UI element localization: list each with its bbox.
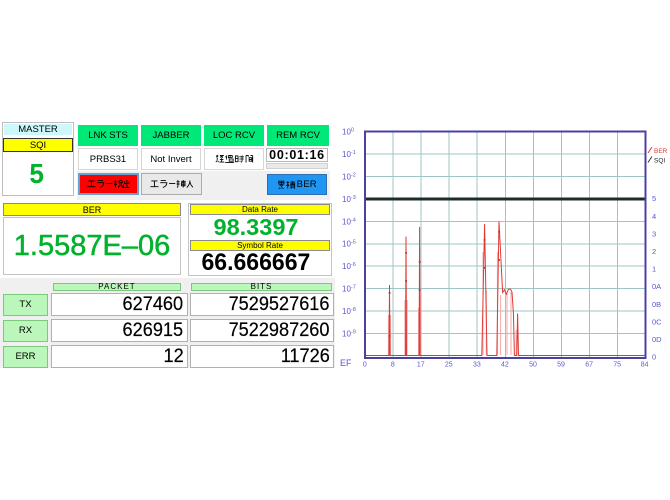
svg-text:0: 0 (652, 353, 656, 362)
svg-text:84: 84 (641, 362, 649, 369)
svg-text:0B: 0B (652, 300, 661, 309)
svg-text:0C: 0C (652, 317, 662, 326)
svg-text:10-4: 10-4 (342, 217, 356, 226)
svg-text:2: 2 (652, 247, 656, 256)
svg-text:0D: 0D (652, 335, 662, 344)
svg-text:25: 25 (445, 362, 453, 369)
svg-text:50: 50 (529, 362, 537, 369)
svg-text:67: 67 (585, 362, 593, 369)
svg-text:10-5: 10-5 (342, 240, 356, 249)
svg-text:10-3: 10-3 (342, 195, 356, 204)
svg-text:10-9: 10-9 (342, 329, 356, 338)
svg-text:4: 4 (652, 212, 656, 221)
svg-text:75: 75 (613, 362, 621, 369)
svg-text:10-1: 10-1 (342, 150, 356, 159)
svg-text:10-2: 10-2 (342, 173, 356, 182)
svg-text:0A: 0A (652, 282, 661, 291)
svg-text:10-8: 10-8 (342, 307, 356, 316)
svg-text:33: 33 (473, 362, 481, 369)
svg-text:59: 59 (557, 362, 565, 369)
svg-text:10-6: 10-6 (342, 262, 356, 271)
svg-text:3: 3 (652, 229, 656, 238)
svg-text:10-7: 10-7 (342, 285, 356, 294)
svg-text:0: 0 (363, 362, 367, 369)
svg-text:1: 1 (652, 265, 656, 274)
svg-text:5: 5 (652, 194, 656, 203)
svg-text:100: 100 (342, 128, 354, 137)
svg-text:EF: EF (340, 358, 352, 368)
svg-text:17: 17 (417, 362, 425, 369)
svg-text:8: 8 (391, 362, 395, 369)
svg-text:SQI: SQI (654, 158, 665, 165)
svg-text:BER: BER (654, 148, 668, 155)
svg-text:42: 42 (501, 362, 509, 369)
